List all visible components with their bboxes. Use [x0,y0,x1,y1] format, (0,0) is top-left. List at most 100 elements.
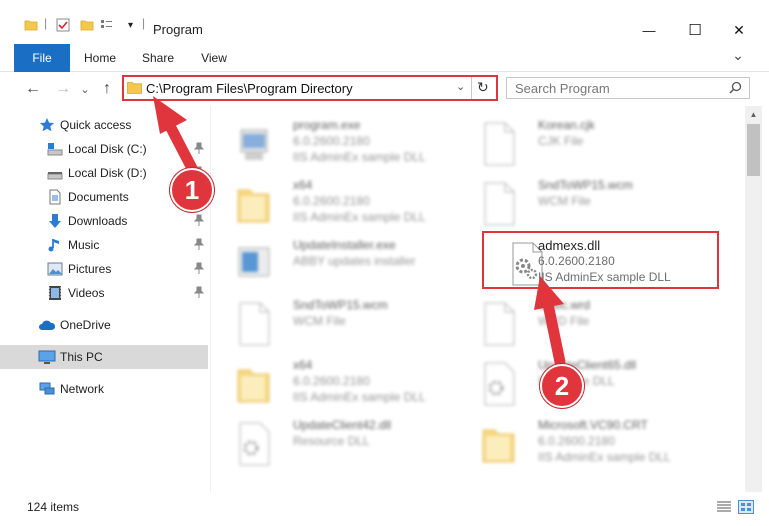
exe-icon [237,122,271,166]
file-description: IIS AdminEx sample DLL [293,210,426,224]
file-type: WCM File [538,194,591,208]
sidebar-item-videos[interactable]: Videos [0,281,208,305]
sidebar-item-local-disk-c[interactable]: Local Disk (C:) [0,137,208,161]
sidebar-item-label: OneDrive [60,318,111,332]
tab-share[interactable]: Share [136,44,180,72]
file-type: Resource DLL [293,434,370,448]
ribbon-tabs: File Home Share View ⌄ [0,44,769,72]
list-item[interactable]: SndToWP15.wcm WCM File [211,292,451,352]
tab-file[interactable]: File [14,44,70,72]
file-version: 6.0.2600.2180 [293,374,370,388]
address-dropdown-icon[interactable]: ⌄ [456,80,465,93]
search-box[interactable]: Search Program [506,77,750,99]
file-version: 6.0.2600.2180 [538,434,615,448]
file-description: IIS AdminEx sample DLL [293,390,426,404]
installer-icon [237,242,271,286]
pin-icon[interactable] [193,142,205,154]
step-2-badge: 2 [540,364,584,408]
sidebar-item-label: Network [60,382,105,396]
refresh-button[interactable]: ↻ [477,79,489,96]
status-bar: 124 items [0,492,769,526]
folder-icon [127,81,142,97]
details-view-icon[interactable] [716,500,732,514]
folder-icon [482,422,516,466]
sidebar-item-music[interactable]: Music [0,233,208,257]
sidebar-item-label: Music [68,238,100,252]
qat-dropdown-icon[interactable]: ▾ [128,20,133,31]
list-item[interactable]: x64 6.0.2600.2180 IIS AdminEx sample DLL [211,352,451,412]
minimize-button[interactable]: — [626,16,672,44]
music-icon [47,237,63,253]
step-1-badge: 1 [170,168,214,212]
new-folder-icon[interactable] [80,18,94,32]
list-item[interactable]: Korean.cjk CJK File [456,112,696,172]
forward-button[interactable]: → [52,78,74,100]
folder-icon [237,362,271,406]
sidebar-item-label: This PC [60,350,103,364]
back-button[interactable]: ← [22,78,44,100]
large-icons-view-icon[interactable] [738,500,754,514]
up-button[interactable]: ↑ [96,78,118,100]
search-icon[interactable] [729,81,742,97]
file-name: Korean.cjk [538,118,595,132]
list-item[interactable]: UpdateClient42.dll Resource DLL [211,412,451,472]
scroll-up-icon[interactable]: ▲ [745,108,762,122]
file-name: x64 [293,358,313,372]
file-icon [482,182,516,226]
list-item[interactable]: Basic.wrd WRD File [456,292,696,352]
properties-icon[interactable] [56,18,70,32]
file-description: IIS AdminEx sample DLL [293,150,426,164]
pin-icon[interactable] [193,286,205,298]
sidebar-item-label: Local Disk (D:) [68,166,147,180]
file-name: Basic.wrd [538,298,591,312]
folder-icon[interactable] [24,18,38,32]
file-name: UpdateInstaller.exe [293,238,396,252]
pc-icon [38,349,56,365]
file-list: program.exe 6.0.2600.2180 IIS AdminEx sa… [211,106,745,492]
pin-icon[interactable] [193,262,205,274]
sidebar-item-label: Quick access [60,118,132,132]
recent-locations-button[interactable]: ⌄ [78,78,92,100]
file-description: IIS AdminEx sample DLL [538,450,671,464]
sidebar-item-label: Pictures [68,262,112,276]
vertical-scrollbar[interactable]: ▲ [745,106,762,492]
address-path: C:\Program Files\Program Directory [146,81,353,96]
drive-icon [47,141,63,157]
sidebar-item-onedrive[interactable]: OneDrive [0,313,208,337]
sidebar-item-quick-access[interactable]: Quick access [0,113,208,137]
address-row: ← → ⌄ ↑ C:\Program Files\Program Directo… [0,72,769,106]
sidebar-item-this-pc[interactable]: This PC [0,345,208,369]
file-name: x64 [293,178,313,192]
scroll-thumb[interactable] [747,124,760,176]
item-count: 124 items [27,500,80,514]
close-button[interactable]: ✕ [716,16,762,44]
list-item[interactable]: Microsoft.VC90.CRT 6.0.2600.2180 IIS Adm… [456,412,696,472]
title-bar: | ▾ | Program — ☐ ✕ [0,0,769,44]
maximize-button[interactable]: ☐ [672,16,718,44]
file-name: SndToWP15.wcm [538,178,633,192]
search-input[interactable]: Search Program [515,81,610,96]
sidebar-item-pictures[interactable]: Pictures [0,257,208,281]
list-item[interactable]: program.exe 6.0.2600.2180 IIS AdminEx sa… [211,112,451,172]
list-item[interactable]: UpdateInstaller.exe ABBY updates install… [211,232,451,292]
network-icon [38,381,55,397]
list-item[interactable]: SndToWP15.wcm WCM File [456,172,696,232]
tab-view[interactable]: View [194,44,234,72]
videos-icon [47,285,63,301]
customize-icon[interactable] [100,18,116,32]
separator: | [142,16,146,30]
file-type: CJK File [538,134,584,148]
sidebar-item-network[interactable]: Network [0,377,208,401]
tab-home[interactable]: Home [78,44,122,72]
pin-icon[interactable] [193,238,205,250]
pin-icon[interactable] [193,214,205,226]
divider [471,77,472,99]
file-icon [482,302,516,346]
highlight-box [482,231,719,289]
list-item[interactable]: x64 6.0.2600.2180 IIS AdminEx sample DLL [211,172,451,232]
dll-gear-icon [482,362,516,406]
sidebar-item-downloads[interactable]: Downloads [0,209,208,233]
address-bar[interactable]: C:\Program Files\Program Directory ⌄ ↻ [122,75,498,101]
file-type: WRD File [538,314,590,328]
ribbon-expand-icon[interactable]: ⌄ [728,41,748,69]
